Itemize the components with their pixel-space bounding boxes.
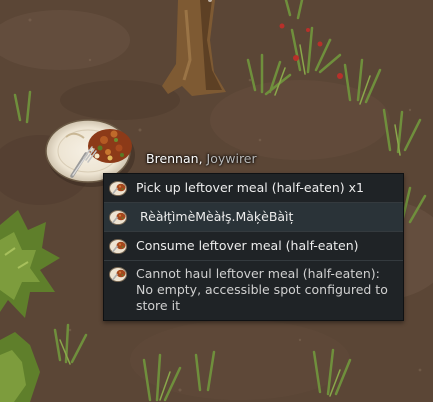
meal-icon <box>109 210 127 225</box>
pawn-label[interactable]: Brennan, Joywirer <box>146 151 257 166</box>
menu-option-label: Cannot haul leftover meal (half-eaten): … <box>136 266 388 313</box>
menu-option-consume[interactable]: Consume leftover meal (half-eaten) <box>104 232 403 261</box>
meal-icon <box>109 181 127 196</box>
menu-option-cannot-haul[interactable]: Cannot haul leftover meal (half-eaten): … <box>104 261 403 320</box>
menu-option-realtime-meals[interactable]: RèàłțìmèMèàłş.MàķèBàìț <box>104 203 403 232</box>
menu-option-label: RèàłțìmèMèàłş.MàķèBàìț <box>140 209 294 224</box>
pawn-name: Brennan <box>146 151 199 166</box>
menu-option-pick-up[interactable]: Pick up leftover meal (half-eaten) x1 <box>104 174 403 203</box>
menu-option-label: Consume leftover meal (half-eaten) <box>136 238 359 253</box>
float-menu: Pick up leftover meal (half-eaten) x1 Rè… <box>103 173 404 321</box>
meal-icon <box>109 239 127 254</box>
meal-icon <box>109 267 127 282</box>
menu-option-label: Pick up leftover meal (half-eaten) x1 <box>136 180 364 195</box>
pawn-separator: , <box>198 151 207 166</box>
pawn-title: Joywirer <box>206 151 257 166</box>
